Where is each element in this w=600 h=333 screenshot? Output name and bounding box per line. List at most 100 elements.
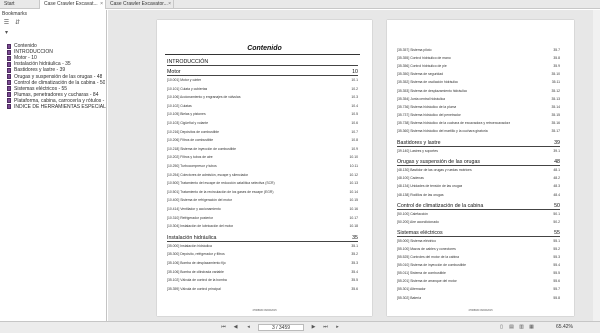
toc-row[interactable]: [35.356] Control hidráulico de pie 35.9 bbox=[397, 64, 560, 68]
toc-row[interactable]: [39.140] Lastres y soportes 39.1 bbox=[397, 149, 560, 153]
toc-row[interactable]: [10.400] Sistema de refrigeración del mo… bbox=[167, 198, 358, 202]
toc-row[interactable]: [10.216] Depósitos de combustible 10.7 bbox=[167, 130, 358, 134]
toc-page: 10.9 bbox=[351, 146, 358, 151]
toc-row[interactable]: [10.310] Refrigerador posterior 10.17 bbox=[167, 216, 358, 220]
toc-entry: [35.102] Válvula de control de la bomba bbox=[167, 278, 227, 283]
toc-row[interactable]: [35.359] Válvula de control principal 35.… bbox=[167, 287, 358, 291]
toc-row[interactable]: [35.000] Instalación hidráulica 35.1 bbox=[167, 244, 358, 248]
toc-entry: [35.355] Control hidráulico de mano bbox=[397, 56, 451, 61]
toc-page: 50.1 bbox=[553, 211, 560, 216]
toc-entry: [50.200] Aire acondicionado bbox=[397, 219, 439, 224]
section-name: Bastidores y lastre bbox=[397, 140, 441, 147]
toc-row[interactable]: [48.100] Cadenas 48.2 bbox=[397, 176, 560, 180]
continuous-view-icon[interactable]: ▤ bbox=[508, 324, 515, 331]
zoom-level[interactable]: 65.42% bbox=[556, 324, 573, 331]
section-heading[interactable]: Orugas y suspensión de las orugas 48 bbox=[397, 159, 560, 167]
close-icon[interactable]: × bbox=[100, 0, 103, 9]
toc-entry: [10.218] Sistema de inyección de combust… bbox=[167, 146, 236, 151]
toc-row[interactable]: [35.737] Sistema hidráulico del penetrad… bbox=[397, 113, 560, 117]
options-icon[interactable]: ☰ bbox=[3, 20, 10, 27]
back-icon[interactable]: ◂ bbox=[245, 324, 252, 331]
toc-row[interactable]: [35.350] Sistema de seguridad 35.10 bbox=[397, 72, 560, 76]
toc-row[interactable]: [10.304] Instalación de lubricación del … bbox=[167, 224, 358, 228]
last-page-icon[interactable]: ⏭ bbox=[322, 324, 329, 331]
toc-entry: [39.140] Lastres y soportes bbox=[397, 149, 438, 154]
vertical-scrollbar[interactable] bbox=[593, 10, 600, 321]
page-number-field[interactable]: 3 / 3459 bbox=[258, 324, 304, 331]
toc-row[interactable]: [35.352] Sistema de oscilación hidráulic… bbox=[397, 80, 560, 84]
toc-entry: [35.106] Bomba de cilindrada variable bbox=[167, 269, 224, 274]
forward-icon[interactable]: ▸ bbox=[334, 324, 341, 331]
document-viewer[interactable]: Contenido INTRODUCCIÓN 47968930 09/09/20… bbox=[108, 10, 600, 321]
bookmark-icon bbox=[7, 55, 11, 61]
toc-entry: [10.202] Filtros y tubos de aire bbox=[167, 155, 213, 160]
toc-entry: [50.100] Calefacción bbox=[397, 211, 428, 216]
toc-entry: [10.400] Sistema de refrigeración del mo… bbox=[167, 198, 233, 203]
toc-row[interactable]: [55.302] Batería 55.8 bbox=[397, 296, 560, 300]
toc-entry: [10.106] Accionamiento y engranajes de v… bbox=[167, 95, 241, 100]
toc-row[interactable]: [35.106] Bomba de cilindrada variable 35.… bbox=[167, 270, 358, 274]
toc-row[interactable]: [35.106] Bomba de desplazamiento fijo 35.… bbox=[167, 261, 358, 265]
toc-row[interactable]: [10.103] Cigüeñal y volante 10.6 bbox=[167, 121, 358, 125]
section-heading[interactable]: Motor 10 bbox=[167, 69, 358, 76]
close-icon[interactable]: × bbox=[168, 0, 171, 9]
toc-row[interactable]: [10.250] Turbocompresor y tubos 10.11 bbox=[167, 164, 358, 168]
prev-page-icon[interactable]: ◀ bbox=[232, 324, 239, 331]
section-heading[interactable]: Sistemas eléctricos 55 bbox=[397, 230, 560, 237]
toc-row[interactable]: [35.300] Depósito, refrigerador y filtro… bbox=[167, 252, 358, 256]
section-heading[interactable]: Control de climatización de la cabina 50 bbox=[397, 203, 560, 210]
toc-row[interactable]: [55.000] Sistema eléctrico 55.1 bbox=[397, 239, 560, 243]
toc-row[interactable]: [35.353] Sistema de desplazamiento hidrá… bbox=[397, 89, 560, 93]
two-page-view-icon[interactable]: ▥ bbox=[518, 324, 525, 331]
status-bar: ⏮ ◀ ◂ 3 / 3459 ▶ ⏭ ▸ ▯ ▤ ▥ ▦ 65.42% bbox=[0, 321, 600, 333]
toc-row[interactable]: [55.100] Mazos de cables y conectores 55.… bbox=[397, 247, 560, 251]
toc-row[interactable]: [35.357] Sistema piloto 35.7 bbox=[397, 48, 560, 52]
toc-page: 10.13 bbox=[349, 181, 359, 186]
toc-row[interactable]: [55.011] Sistema de combustible 55.5 bbox=[397, 271, 560, 275]
toc-row[interactable]: [48.138] Rodillos de las orugas 48.4 bbox=[397, 193, 560, 197]
toc-row[interactable]: [10.106] Accionamiento y engranajes de v… bbox=[167, 95, 358, 99]
expand-icon[interactable]: ⇵ bbox=[14, 20, 21, 27]
toc-page: 35.3 bbox=[351, 261, 358, 265]
first-page-icon[interactable]: ⏮ bbox=[220, 324, 227, 331]
bookmark-icon bbox=[7, 61, 11, 67]
toc-row[interactable]: [55.201] Sistema de arranque del motor 55… bbox=[397, 279, 560, 283]
toc-row[interactable]: [35.102] Válvula de control de la bomba 3… bbox=[167, 278, 358, 282]
toc-row[interactable]: [35.355] Control hidráulico de mano 35.8 bbox=[397, 56, 560, 60]
toc-entry: [10.101] Culata y cubiertas bbox=[167, 86, 208, 91]
next-page-icon[interactable]: ▶ bbox=[310, 324, 317, 331]
section-heading[interactable]: Bastidores y lastre 39 bbox=[397, 140, 560, 148]
toc-row[interactable]: [55.010] Sistema de inyección de combust… bbox=[397, 263, 560, 267]
toc-row[interactable]: [35.738] Sistema hidráulico de la cuchar… bbox=[397, 121, 560, 125]
toc-row[interactable]: [35.360] Sistema hidráulico del martillo… bbox=[397, 129, 560, 133]
toc-row[interactable]: [10.414] Ventilador y accionamiento 10.16 bbox=[167, 207, 358, 211]
collapse-icon[interactable]: ▾ bbox=[3, 30, 10, 37]
toc-page: 55.5 bbox=[553, 271, 560, 276]
toc-row[interactable]: [10.218] Sistema de inyección de combust… bbox=[167, 147, 358, 151]
toc-row[interactable]: [10.501] Tratamiento de la recirculación… bbox=[167, 190, 358, 194]
toc-row[interactable]: [35.736] Sistema hidráulico de la pluma 3… bbox=[397, 105, 560, 109]
toc-row[interactable]: [55.525] Controles del motor de la cabin… bbox=[397, 255, 560, 259]
toc-row[interactable]: [10.500] Tratamiento del escape de reduc… bbox=[167, 181, 358, 185]
toc-row[interactable]: [50.200] Aire acondicionado 50.2 bbox=[397, 220, 560, 224]
toc-row[interactable]: [10.105] Bielas y pistones 10.5 bbox=[167, 112, 358, 116]
toc-row[interactable]: [10.001] Motor y cárter 10.1 bbox=[167, 78, 358, 82]
bookmark-label: Instalación hidráulica - 35 bbox=[14, 61, 71, 68]
tab-document-2[interactable]: Case Crawler Excavator... × bbox=[106, 0, 174, 9]
tab-start[interactable]: Start bbox=[0, 0, 40, 9]
tab-document-1[interactable]: Case Crawler Excavat... × bbox=[40, 0, 106, 9]
toc-row[interactable]: [35.354] Junta central hidráulica 35.13 bbox=[397, 97, 560, 101]
toc-row[interactable]: [55.301] Alternador 55.7 bbox=[397, 287, 560, 291]
toc-row[interactable]: [10.254] Colectores de admisión, escape … bbox=[167, 173, 358, 177]
toc-row[interactable]: [48.134] Unidades de tensión de las orug… bbox=[397, 184, 560, 188]
two-page-continuous-icon[interactable]: ▦ bbox=[528, 324, 535, 331]
toc-row[interactable]: [10.101] Culata y cubiertas 10.2 bbox=[167, 87, 358, 91]
toc-row[interactable]: [10.206] Filtros de combustible 10.8 bbox=[167, 138, 358, 142]
single-page-view-icon[interactable]: ▯ bbox=[498, 324, 505, 331]
section-heading[interactable]: Instalación hidráulica 35 bbox=[167, 235, 358, 242]
toc-row[interactable]: [10.102] Culatas 10.4 bbox=[167, 104, 358, 108]
toc-row[interactable]: [48.130] Bastidor de las orugas y ruedas… bbox=[397, 168, 560, 172]
toc-row[interactable]: [10.202] Filtros y tubos de aire 10.10 bbox=[167, 155, 358, 159]
bookmark-item[interactable]: ÍNDICE DE HERRAMIENTAS ESPECIALES bbox=[7, 104, 106, 110]
toc-row[interactable]: [50.100] Calefacción 50.1 bbox=[397, 212, 560, 216]
